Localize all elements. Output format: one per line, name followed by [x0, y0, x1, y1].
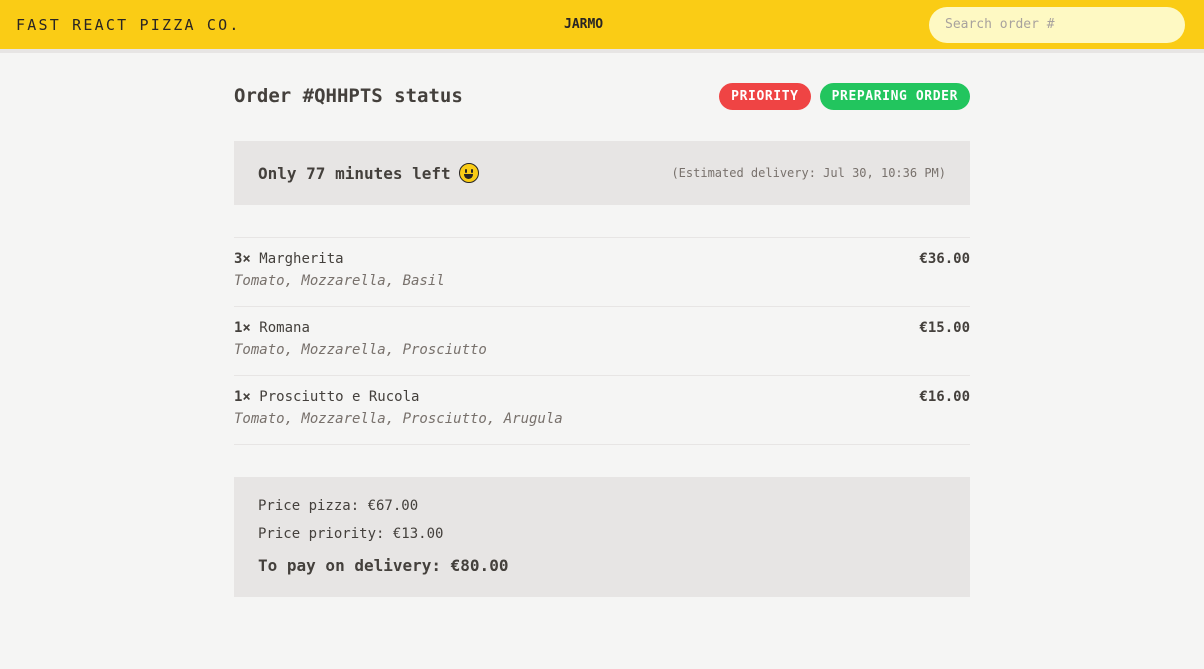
time-left-text: Only 77 minutes left — [258, 163, 451, 183]
time-left: Only 77 minutes left — [258, 163, 479, 183]
status-badges: Priority Preparing order — [719, 82, 970, 110]
item-price: €15.00 — [919, 320, 970, 336]
list-item: 1× Prosciutto e Rucola €16.00 Tomato, Mo… — [234, 376, 970, 445]
status-badge: Preparing order — [819, 82, 970, 110]
estimated-delivery: (Estimated delivery: Jul 30, 10:36 PM) — [671, 166, 946, 180]
order-items-list: 3× Margherita €36.00 Tomato, Mozzarella,… — [234, 237, 970, 445]
item-name: Romana — [259, 320, 310, 336]
item-ingredients: Tomato, Mozzarella, Prosciutto — [234, 342, 487, 358]
item-ingredients: Tomato, Mozzarella, Basil — [234, 273, 445, 289]
total-to-pay: To pay on delivery: €80.00 — [258, 556, 509, 575]
priority-badge: Priority — [719, 82, 811, 110]
item-name: Margherita — [259, 251, 344, 267]
price-priority: Price priority: €13.00 — [258, 526, 444, 542]
username: JARMO — [564, 17, 604, 32]
delivery-eta-box: Only 77 minutes left (Estimated delivery… — [234, 141, 970, 205]
price-pizza: Price pizza: €67.00 — [258, 498, 419, 514]
list-item: 3× Margherita €36.00 Tomato, Mozzarella,… — [234, 238, 970, 307]
item-name: Prosciutto e Rucola — [259, 389, 420, 405]
order-title-row: Order #QHHPTS status Priority Preparing … — [234, 82, 970, 110]
item-price: €36.00 — [919, 251, 970, 267]
item-quantity: 1× — [234, 320, 251, 336]
item-quantity: 1× — [234, 389, 251, 405]
order-page: Order #QHHPTS status Priority Preparing … — [234, 53, 970, 597]
app-header: Fast React Pizza Co. JARMO — [0, 0, 1204, 53]
logo-link[interactable]: Fast React Pizza Co. — [16, 16, 241, 34]
price-summary-box: Price pizza: €67.00 Price priority: €13.… — [234, 477, 970, 597]
item-ingredients: Tomato, Mozzarella, Prosciutto, Arugula — [234, 411, 563, 427]
page-title: Order #QHHPTS status — [234, 85, 463, 107]
item-price: €16.00 — [919, 389, 970, 405]
search-order-input[interactable] — [929, 6, 1185, 43]
item-quantity: 3× — [234, 251, 251, 267]
grinning-face-icon — [458, 163, 479, 183]
list-item: 1× Romana €15.00 Tomato, Mozzarella, Pro… — [234, 307, 970, 376]
